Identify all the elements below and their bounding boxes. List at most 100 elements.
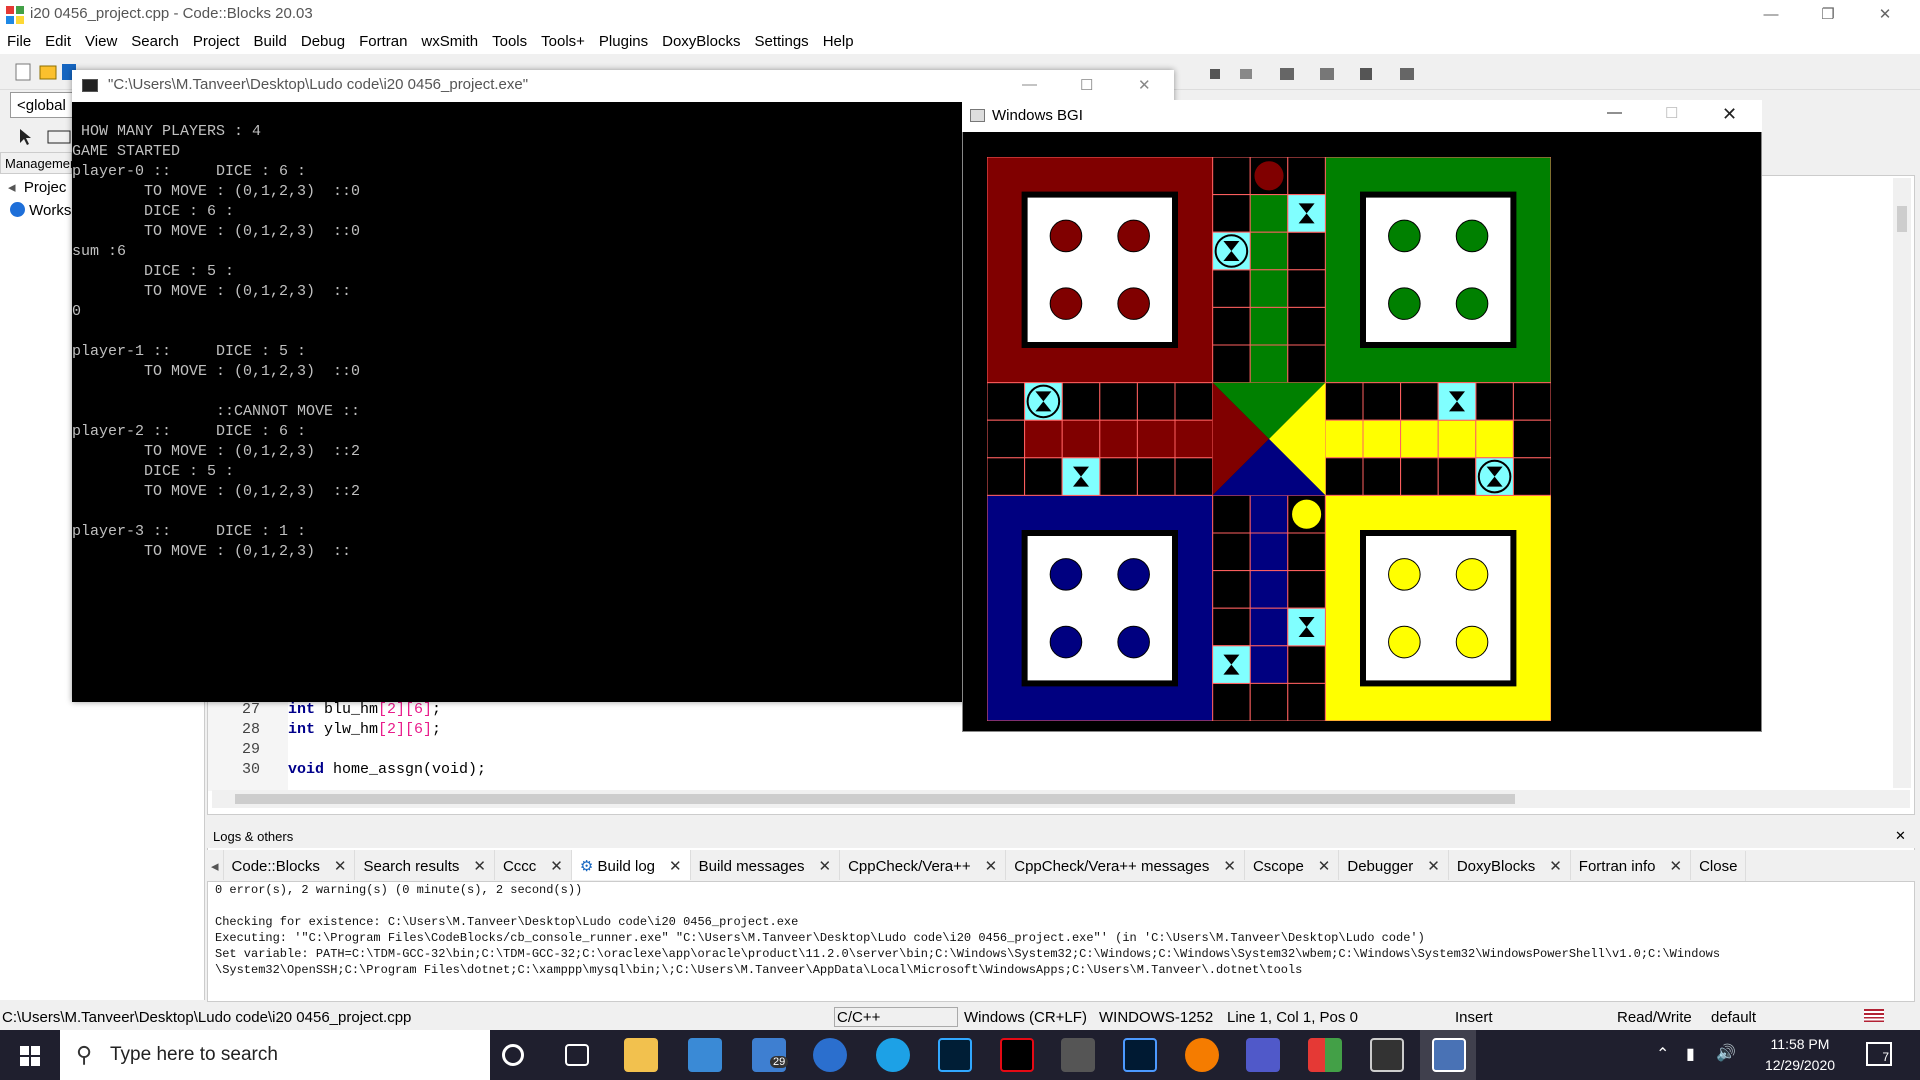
menu-settings[interactable]: Settings (747, 30, 815, 50)
red-token-on-track (1253, 160, 1285, 192)
menu-fortran[interactable]: Fortran (352, 30, 414, 50)
edge-icon[interactable] (876, 1038, 910, 1072)
close-button[interactable]: ✕ (1722, 104, 1737, 125)
debug-toolbar-icons[interactable] (1210, 66, 1460, 82)
tab-cppcheck[interactable]: CppCheck/Vera++ ✕ (840, 850, 1007, 880)
close-icon[interactable]: ✕ (1318, 858, 1331, 875)
console-taskbar-icon[interactable] (1370, 1038, 1404, 1072)
tree-item-projects[interactable]: ◂ Projec (8, 178, 66, 196)
chevron-up-icon[interactable]: ⌃ (1656, 1044, 1669, 1064)
track-cell (1212, 607, 1251, 647)
ludo-board[interactable] (987, 157, 1551, 721)
green-home-token (1455, 219, 1489, 253)
tab-search-results[interactable]: Search results ✕ (355, 850, 495, 880)
battery-icon[interactable]: ▮ (1686, 1044, 1695, 1064)
track-cell (1287, 269, 1326, 308)
status-mode: Insert (1455, 1009, 1493, 1026)
tab-fortran-info[interactable]: Fortran info ✕ (1571, 850, 1692, 880)
tab-build-messages[interactable]: Build messages ✕ (691, 850, 841, 880)
console-title-bar: "C:\Users\M.Tanveer\Desktop\Ludo code\i2… (72, 70, 1174, 102)
scope-dropdown[interactable]: <global (10, 92, 80, 118)
editor-vertical-scrollbar[interactable] (1893, 178, 1911, 788)
tab-doxyblocks[interactable]: DoxyBlocks ✕ (1449, 850, 1571, 880)
status-eol: Windows (CR+LF) (964, 1009, 1087, 1026)
menu-wxsmith[interactable]: wxSmith (414, 30, 485, 50)
menu-tools-plus[interactable]: Tools+ (534, 30, 592, 50)
tab-build-log[interactable]: ⚙ Build log ✕ (571, 850, 691, 880)
store-icon[interactable] (688, 1038, 722, 1072)
notification-icon[interactable]: 7 (1866, 1042, 1892, 1066)
menu-doxyblocks[interactable]: DoxyBlocks (655, 30, 747, 50)
restore-button[interactable]: ❐ (1805, 0, 1851, 30)
minimize-button[interactable]: — (1607, 104, 1622, 121)
menu-project[interactable]: Project (186, 30, 247, 50)
menu-view[interactable]: View (78, 30, 124, 50)
pointer-icon[interactable] (18, 128, 78, 146)
console-icon (82, 79, 98, 92)
menu-plugins[interactable]: Plugins (592, 30, 655, 50)
menu-edit[interactable]: Edit (38, 30, 78, 50)
mail-icon[interactable]: 29 (752, 1038, 789, 1072)
maximize-button[interactable]: ☐ (1665, 104, 1678, 122)
tab-debugger[interactable]: Debugger ✕ (1339, 850, 1449, 880)
close-icon[interactable]: ✕ (550, 858, 563, 875)
status-language: C/C++ (834, 1007, 958, 1027)
scroll-thumb[interactable] (1897, 206, 1907, 232)
close-icon[interactable]: ✕ (1669, 858, 1682, 875)
file-toolbar-icons[interactable] (14, 62, 76, 82)
tab-scroll-left-icon[interactable]: ◂ (207, 850, 224, 880)
photoshop-icon[interactable] (938, 1038, 972, 1072)
tab-cppcheck-messages[interactable]: CppCheck/Vera++ messages ✕ (1006, 850, 1245, 880)
menu-search[interactable]: Search (124, 30, 186, 50)
yellow-token-on-track (1291, 498, 1323, 530)
volume-icon[interactable]: 🔊 (1716, 1043, 1736, 1063)
minimize-button[interactable]: — (1748, 0, 1794, 30)
track-cell (1400, 457, 1439, 496)
maximize-button[interactable]: ☐ (1080, 76, 1093, 94)
close-icon[interactable]: ✕ (669, 858, 682, 875)
workspace-icon (10, 202, 25, 217)
app-icon[interactable] (1061, 1038, 1095, 1072)
blue-home-token (1117, 625, 1150, 659)
app-icon[interactable] (1185, 1038, 1219, 1072)
tree-item-workspace[interactable]: Works (10, 202, 71, 219)
tab-cccc[interactable]: Cccc ✕ (495, 850, 572, 880)
cortana-icon[interactable] (502, 1044, 524, 1066)
close-icon[interactable]: ✕ (473, 858, 486, 875)
track-cell (1475, 419, 1514, 459)
close-icon[interactable]: ✕ (334, 858, 347, 875)
app-icon[interactable] (813, 1038, 847, 1072)
menu-debug[interactable]: Debug (294, 30, 352, 50)
track-cell (1249, 194, 1289, 233)
track-cell (1287, 645, 1326, 684)
close-icon[interactable]: ✕ (1895, 828, 1906, 844)
task-view-icon[interactable] (565, 1044, 589, 1066)
teams-icon[interactable] (1246, 1038, 1280, 1072)
scroll-thumb[interactable] (235, 794, 1515, 804)
menu-help[interactable]: Help (816, 30, 861, 50)
tab-close[interactable]: Close (1691, 851, 1747, 881)
netflix-icon[interactable] (1000, 1038, 1034, 1072)
close-button[interactable]: ✕ (1138, 76, 1151, 94)
minimize-button[interactable]: — (1022, 76, 1037, 93)
clock[interactable]: 11:58 PM 12/29/2020 (1760, 1034, 1840, 1076)
close-button[interactable]: ✕ (1862, 0, 1908, 30)
close-icon[interactable]: ✕ (985, 858, 998, 875)
menu-tools[interactable]: Tools (485, 30, 534, 50)
menu-file[interactable]: File (0, 30, 38, 50)
close-icon[interactable]: ✕ (1549, 858, 1562, 875)
menu-build[interactable]: Build (247, 30, 294, 50)
start-button[interactable] (0, 1030, 58, 1080)
taskbar-search-box[interactable]: ⚲ Type here to search (60, 1030, 490, 1080)
management-tab[interactable]: Managemer (0, 152, 74, 174)
tree-item-label: Projec (23, 179, 67, 196)
tab-cscope[interactable]: Cscope ✕ (1245, 850, 1340, 880)
close-icon[interactable]: ✕ (819, 858, 832, 875)
close-icon[interactable]: ✕ (1427, 858, 1440, 875)
tab-codeblocks[interactable]: Code::Blocks ✕ (224, 850, 356, 880)
close-icon[interactable]: ✕ (1223, 858, 1236, 875)
blue-home-token (1049, 625, 1083, 659)
lightroom-icon[interactable] (1123, 1038, 1157, 1072)
file-explorer-icon[interactable] (624, 1038, 658, 1072)
codeblocks-taskbar-icon[interactable] (1308, 1038, 1342, 1072)
